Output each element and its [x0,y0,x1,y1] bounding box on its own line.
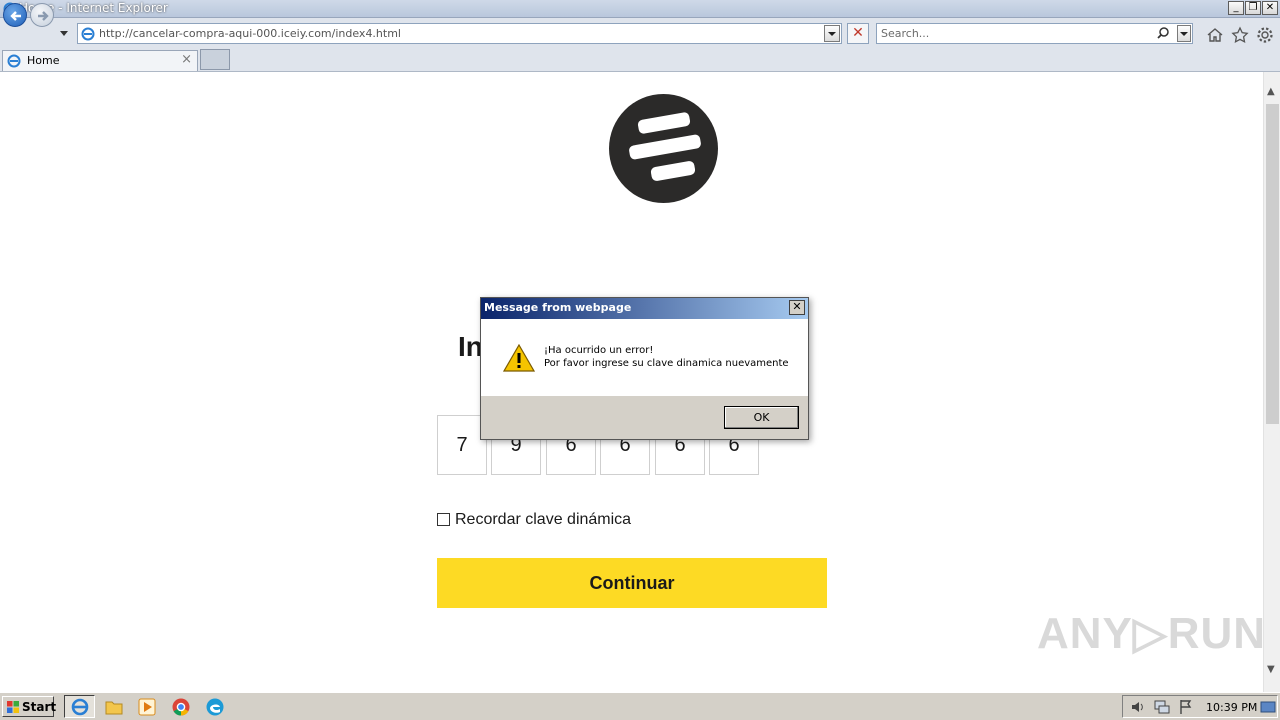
favorites-star-icon[interactable] [1231,26,1249,44]
search-placeholder: Search... [881,27,930,40]
forward-button[interactable] [30,3,54,27]
network-icon[interactable] [1152,697,1172,717]
chrome-icon[interactable] [171,697,191,717]
speaker-icon[interactable] [1128,697,1148,717]
warning-icon [503,344,535,372]
close-tab-icon[interactable]: × [181,52,192,67]
restore-button[interactable]: ❐ [1245,1,1261,15]
edge-icon[interactable] [205,697,225,717]
close-window-button[interactable]: ✕ [1262,1,1278,15]
ie-icon[interactable] [70,697,90,717]
scrollbar-thumb[interactable] [1266,104,1279,424]
search-dropdown-button[interactable] [1177,25,1191,42]
window-titlebar: Home - Internet Explorer _ ❐ ✕ [0,0,1280,18]
dialog-message-line2: Por favor ingrese su clave dinamica nuev… [544,358,789,369]
chevron-down-icon [828,32,836,36]
media-player-icon[interactable] [137,697,157,717]
tab-label: Home [27,54,60,67]
bank-logo [609,94,718,203]
ie-icon [81,27,95,41]
dialog-close-button[interactable]: ✕ [789,300,805,315]
address-dropdown-button[interactable] [824,25,840,42]
continue-button[interactable]: Continuar [437,558,827,608]
taskbar-clock[interactable]: 10:39 PM [1206,701,1257,714]
search-box[interactable]: Search... [876,23,1193,44]
scroll-down-icon[interactable]: ▼ [1267,664,1275,675]
action-center-flag-icon[interactable] [1176,697,1196,717]
dialog-title: Message from webpage [484,301,632,314]
search-icon[interactable] [1156,26,1170,40]
address-bar[interactable]: http://cancelar-compra-aqui-000.iceiy.co… [77,23,842,44]
vertical-scrollbar[interactable]: ▲ ▼ [1263,72,1280,692]
settings-gear-icon[interactable] [1256,26,1274,44]
chevron-down-icon [1180,32,1188,36]
explorer-folder-icon[interactable] [104,697,124,717]
stop-button[interactable]: ✕ [847,23,869,44]
back-button[interactable] [3,3,27,27]
show-desktop-icon[interactable] [1258,697,1278,717]
home-icon[interactable] [1206,26,1224,44]
remember-checkbox[interactable] [437,513,450,526]
remember-label[interactable]: Recordar clave dinámica [455,511,631,529]
alert-dialog: Message from webpage ✕ ¡Ha ocurrido un e… [480,297,809,440]
taskbar [0,692,1280,720]
anyrun-watermark: ANY▷RUN [1037,609,1267,658]
start-label: Start [22,700,57,714]
dialog-titlebar: Message from webpage ✕ [481,298,808,319]
ok-button[interactable]: OK [724,406,799,429]
new-tab-button[interactable] [200,49,230,70]
ie-icon [7,54,21,68]
tab-home[interactable]: Home × [2,50,198,71]
start-button[interactable]: Start [2,696,57,717]
back-icon [10,11,21,21]
minimize-button[interactable]: _ [1228,1,1244,15]
forward-icon [38,11,49,21]
scroll-up-icon[interactable]: ▲ [1267,86,1275,97]
dialog-message-line1: ¡Ha ocurrido un error! [544,345,654,356]
stop-icon: ✕ [852,25,864,41]
windows-flag-icon [7,701,19,713]
history-dropdown-icon[interactable] [59,28,69,38]
url-text[interactable]: http://cancelar-compra-aqui-000.iceiy.co… [99,27,401,40]
